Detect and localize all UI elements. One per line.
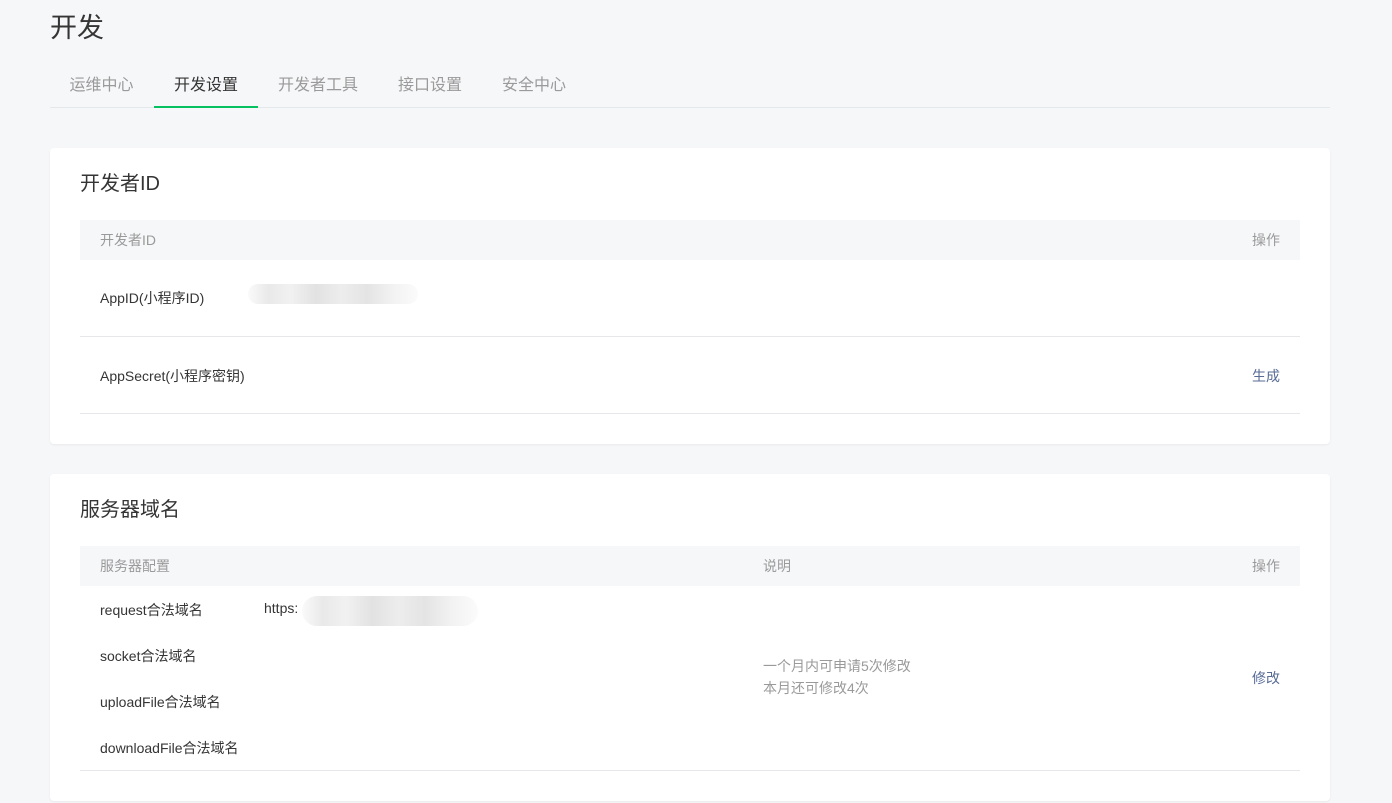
generate-secret-link[interactable]: 生成 (1252, 366, 1280, 386)
server-domain-title: 服务器域名 (80, 499, 180, 521)
developer-id-title: 开发者ID (80, 173, 160, 195)
table-row-appid: AppID(小程序ID) (80, 260, 1300, 337)
appid-label: AppID(小程序ID) (100, 290, 205, 306)
column-header-action: 操作 (1252, 558, 1280, 574)
tab-dev-tools[interactable]: 开发者工具 (258, 66, 378, 106)
modify-quota-note: 一个月内可申请5次修改 本月还可修改4次 (763, 655, 911, 699)
developer-id-table-header: 开发者ID 操作 (80, 220, 1300, 260)
request-domain-redacted (302, 596, 478, 626)
modify-limit-text: 一个月内可申请5次修改 (763, 658, 911, 674)
downloadfile-domain-label: downloadFile合法域名 (100, 740, 239, 756)
appid-value-redacted (248, 284, 418, 304)
tab-security-center[interactable]: 安全中心 (482, 66, 586, 106)
request-domain-label: request合法域名 (100, 602, 203, 618)
tab-bar: 运维中心 开发设置 开发者工具 接口设置 安全中心 (50, 66, 1330, 108)
modify-remaining-text: 本月还可修改4次 (763, 680, 869, 696)
modify-domain-link[interactable]: 修改 (1252, 668, 1280, 688)
table-row-appsecret: AppSecret(小程序密钥) 生成 (80, 337, 1300, 414)
column-header-server-config: 服务器配置 (100, 558, 170, 574)
uploadfile-domain-label: uploadFile合法域名 (100, 694, 221, 710)
developer-id-card: 开发者ID 开发者ID 操作 AppID(小程序ID) AppSecret(小程… (50, 148, 1330, 444)
server-domain-card: 服务器域名 服务器配置 说明 操作 request合法域名 https: soc… (50, 474, 1330, 801)
tab-ops-center[interactable]: 运维中心 (50, 66, 153, 106)
column-header-action: 操作 (1252, 232, 1280, 248)
table-row-domains: request合法域名 https: socket合法域名 uploadFile… (80, 586, 1300, 771)
server-domain-table-header: 服务器配置 说明 操作 (80, 546, 1300, 586)
column-header-description: 说明 (763, 558, 791, 574)
tab-dev-settings[interactable]: 开发设置 (154, 66, 258, 108)
socket-domain-label: socket合法域名 (100, 648, 197, 664)
appsecret-label: AppSecret(小程序密钥) (100, 368, 245, 384)
tab-api-settings[interactable]: 接口设置 (378, 66, 482, 106)
request-domain-value: https: (264, 600, 299, 616)
column-header-developer-id: 开发者ID (100, 232, 156, 248)
page-title: 开发 (50, 13, 104, 43)
